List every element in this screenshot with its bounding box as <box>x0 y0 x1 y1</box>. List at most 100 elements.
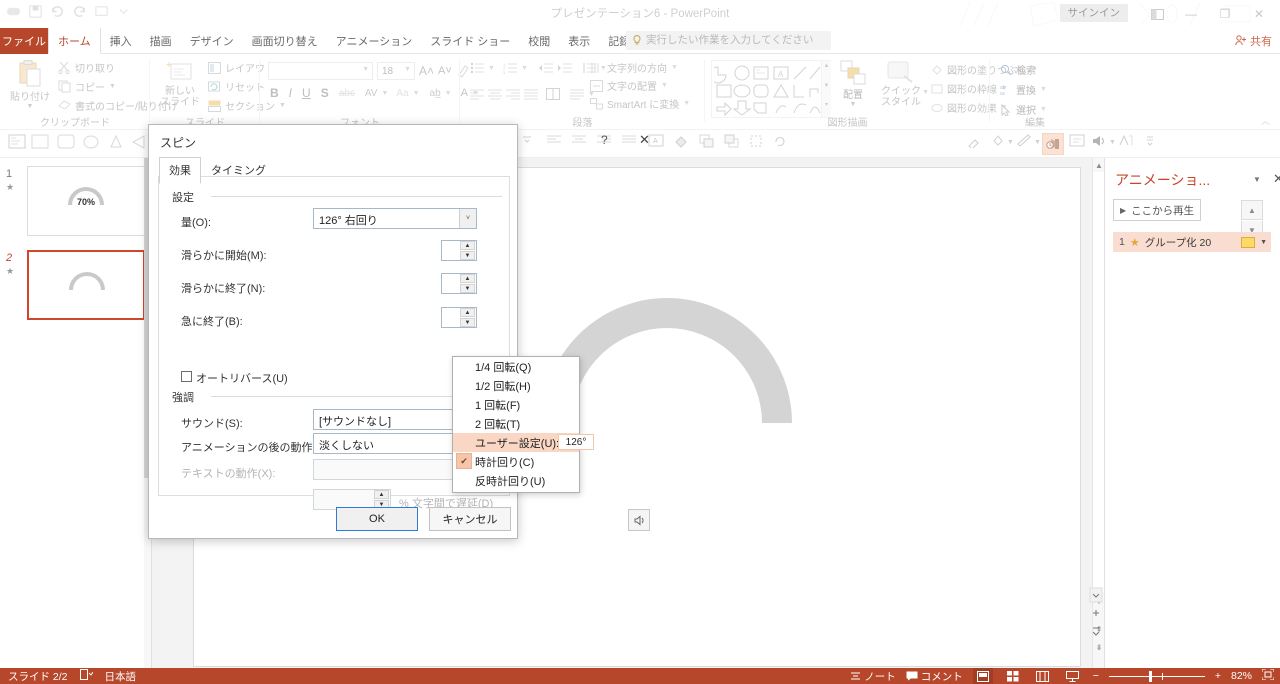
toolbar-overflow-icon[interactable] <box>1145 134 1165 154</box>
align-left-icon[interactable] <box>546 134 566 154</box>
tab-5[interactable]: 画面切り替え <box>243 28 327 54</box>
custom-degrees-input[interactable]: 126° <box>558 434 594 450</box>
dropdown-item[interactable]: ユーザー設定(U): 126° <box>453 433 594 452</box>
columns-icon[interactable] <box>546 88 560 100</box>
animation-item-menu-icon[interactable]: ▼ <box>1260 239 1267 246</box>
text-box-icon[interactable]: A <box>648 134 668 154</box>
fit-slide-icon[interactable] <box>1261 668 1275 683</box>
spinner-up-icon[interactable]: ▲ <box>460 308 475 317</box>
smooth-end-spinner[interactable]: ▲ ▼ <box>441 273 477 294</box>
ribbon-display-options-icon[interactable] <box>1140 1 1174 27</box>
dropdown-item[interactable]: ✔ 時計回り(C) <box>453 452 579 471</box>
line-color-dropdown-icon[interactable]: ▼ <box>1034 139 1041 146</box>
font-name-input[interactable]: ▼ <box>268 62 373 80</box>
play-from-button[interactable]: ▶ ここから再生 <box>1113 199 1201 221</box>
bounce-end-spinner[interactable]: ▲ ▼ <box>441 307 477 328</box>
copy-dropdown-icon[interactable]: ▼ <box>109 83 116 90</box>
animation-list-item[interactable]: 1 ★ グループ化 20 ▼ <box>1113 232 1271 252</box>
arrange-dropdown-icon[interactable]: ▼ <box>850 101 857 108</box>
notes-button[interactable]: ノート <box>850 669 896 684</box>
volume-dropdown-icon[interactable]: ▼ <box>1109 139 1116 146</box>
tab-9[interactable]: 表示 <box>559 28 599 54</box>
share-button[interactable]: 共有 <box>1235 33 1272 49</box>
chevron-down-icon[interactable]: ▼ <box>1253 175 1261 184</box>
dropdown-item[interactable]: 1 回転(F) <box>453 395 579 414</box>
shape-fill-icon[interactable] <box>673 134 693 154</box>
justify-icon[interactable] <box>524 89 538 100</box>
dialog-close-button[interactable]: ✕ <box>639 132 650 148</box>
text-effects-icon[interactable] <box>1119 134 1139 154</box>
thumbnail-row[interactable]: 2 ★ <box>0 250 152 322</box>
ok-button[interactable]: OK <box>336 507 418 531</box>
animation-timing-button[interactable] <box>1042 133 1064 155</box>
slide-thumbnail[interactable]: 70% <box>27 166 145 236</box>
underline-button[interactable]: U <box>302 86 311 100</box>
quick-styles-dropdown-icon[interactable]: ▼ <box>922 89 929 96</box>
anim-style-2-icon[interactable] <box>31 134 51 154</box>
align-center-icon[interactable] <box>571 134 591 154</box>
rotate-icon[interactable] <box>773 134 793 154</box>
align-center-icon[interactable] <box>488 89 502 100</box>
fill-color-dropdown-icon[interactable]: ▼ <box>1007 139 1014 146</box>
anim-style-1-icon[interactable] <box>8 134 28 154</box>
decrease-font-size-button[interactable]: A˅ <box>438 65 452 77</box>
animation-star-icon[interactable]: ★ <box>6 266 14 277</box>
align-text-dropdown-icon[interactable]: ▼ <box>661 82 668 89</box>
close-icon[interactable]: ✕ <box>1273 171 1280 187</box>
zoom-slider[interactable] <box>1108 668 1205 684</box>
normal-view-icon[interactable] <box>972 668 993 684</box>
tab-2[interactable]: 挿入 <box>101 28 141 54</box>
zoom-in-button[interactable]: + <box>1215 670 1221 682</box>
animation-pane-scroll-handles[interactable] <box>1089 158 1103 658</box>
align-left-icon[interactable] <box>470 89 484 100</box>
cancel-button[interactable]: キャンセル <box>429 507 511 531</box>
zoom-level-label[interactable]: 82% <box>1231 670 1252 682</box>
zoom-slider-handle[interactable] <box>1148 671 1152 682</box>
autoreverse-checkbox[interactable] <box>181 371 192 382</box>
increase-font-size-button[interactable]: A˄ <box>419 64 434 78</box>
select-dropdown-icon[interactable]: ▼ <box>1040 106 1047 113</box>
bring-forward-icon[interactable] <box>699 134 719 154</box>
comments-button[interactable]: コメント <box>906 669 963 684</box>
tab-6[interactable]: アニメーション <box>327 28 422 54</box>
language-indicator[interactable]: 日本語 <box>105 669 137 684</box>
new-slide-button[interactable]: 新しい スライド <box>156 60 204 108</box>
reading-view-icon[interactable] <box>1033 668 1053 684</box>
bullets-icon[interactable] <box>470 62 484 74</box>
find-button[interactable]: 検索 <box>1000 62 1047 77</box>
slide-indicator[interactable]: スライド 2/2 <box>8 669 68 684</box>
font-size-input[interactable]: 18 ▼ <box>377 62 415 80</box>
numbering-icon[interactable]: 123 <box>503 62 517 74</box>
change-case-dropdown-icon[interactable]: ▼ <box>413 90 420 97</box>
minimize-button[interactable]: — <box>1174 1 1208 27</box>
character-spacing-dropdown-icon[interactable]: ▼ <box>381 90 388 97</box>
close-button[interactable]: ✕ <box>1242 1 1276 27</box>
tab-4[interactable]: デザイン <box>181 28 243 54</box>
slide-sorter-icon[interactable] <box>1003 668 1023 684</box>
slide-thumbnail-pane[interactable]: 1 ★ 70% 2 ★ <box>0 158 152 668</box>
align-right-icon[interactable] <box>506 89 520 100</box>
amount-dropdown-list[interactable]: 1/4 回転(Q) 1/2 回転(H) 1 回転(F) 2 回転(T) ユーザー設定(U… <box>452 356 594 493</box>
text-highlight-dropdown-icon[interactable]: ▼ <box>445 90 452 97</box>
bold-button[interactable]: B <box>270 86 279 100</box>
thumbnail-row[interactable]: 1 ★ 70% <box>0 166 152 238</box>
tab-file[interactable]: ファイル <box>0 28 48 54</box>
window-controls[interactable]: — ❐ ✕ <box>1140 0 1276 28</box>
animation-star-icon[interactable]: ★ <box>6 182 14 193</box>
anim-style-3-icon[interactable] <box>57 134 77 154</box>
bullets-dropdown-icon[interactable]: ▼ <box>488 65 495 72</box>
group-icon[interactable] <box>749 134 769 154</box>
dropdown-item[interactable]: 2 回転(T) <box>453 414 579 433</box>
increase-indent-icon[interactable] <box>557 62 572 74</box>
shapes-scroll[interactable]: ▲ ▼ ▾ <box>821 61 831 117</box>
tab-effect[interactable]: 効果 <box>159 157 201 184</box>
anim-more-icon[interactable] <box>521 134 541 154</box>
animation-timeline-bar[interactable] <box>1241 236 1255 248</box>
preview-sound-button[interactable] <box>628 509 650 531</box>
accessibility-icon[interactable] <box>79 669 93 683</box>
dropdown-item[interactable]: 1/4 回転(Q) <box>453 357 579 376</box>
spin-effect-dialog[interactable]: スピン ? ✕ 効果 タイミング 設定 量(O): 126° 右回り ˅ 滑らか… <box>148 124 650 539</box>
align-text-button[interactable]: 文字の配置 ▼ <box>590 78 690 93</box>
replace-dropdown-icon[interactable]: ▼ <box>1040 86 1047 93</box>
eyedropper-icon[interactable] <box>967 134 987 154</box>
